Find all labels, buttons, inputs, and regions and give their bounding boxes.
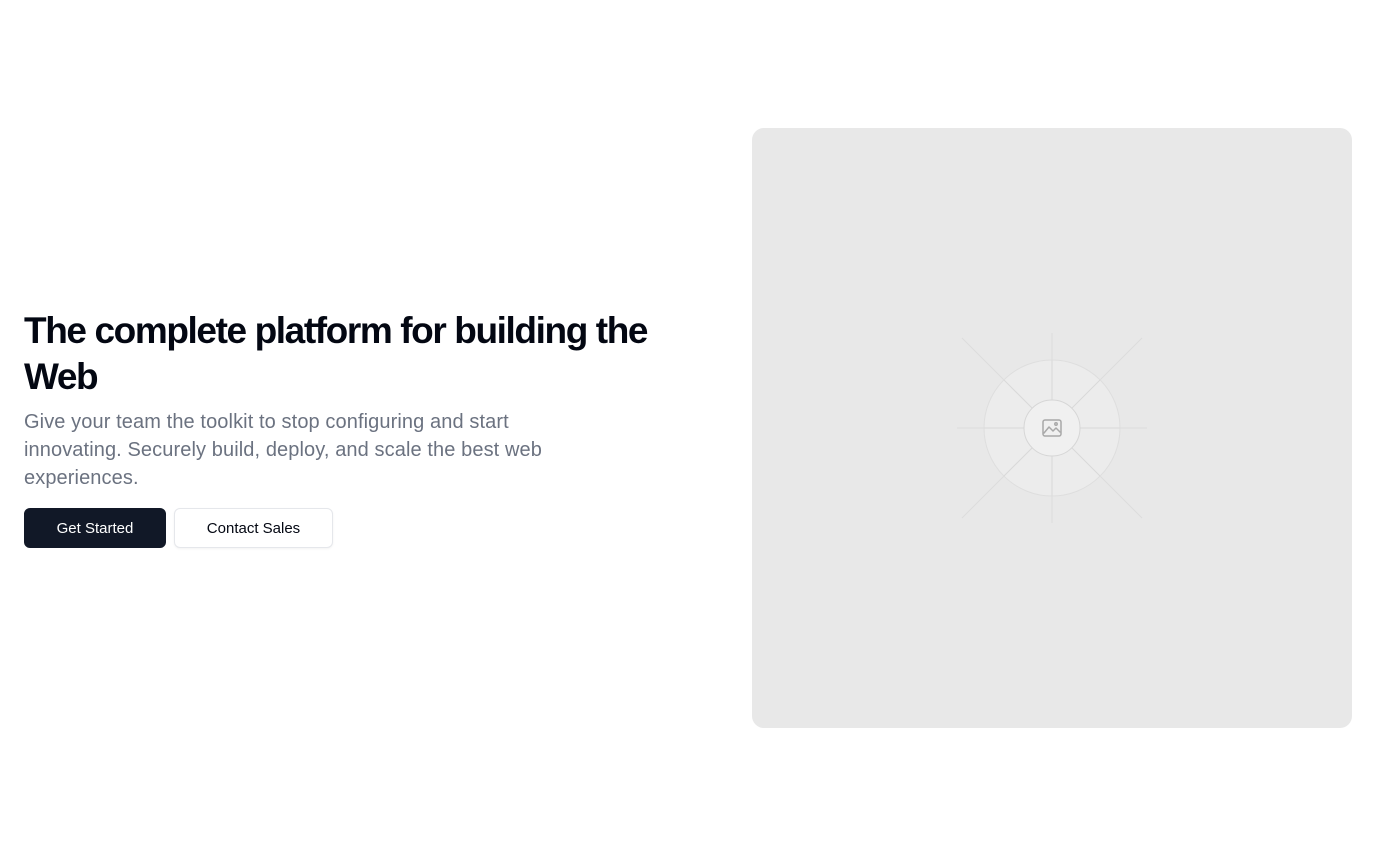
hero-title: The complete platform for building the W… xyxy=(24,310,648,397)
hero-copy: The complete platform for building the W… xyxy=(24,308,664,548)
hero-actions: Get Started Contact Sales xyxy=(24,508,664,548)
hero-image-placeholder xyxy=(752,128,1352,728)
contact-sales-button[interactable]: Contact Sales xyxy=(174,508,333,548)
hero-subtitle: Give your team the toolkit to stop confi… xyxy=(24,411,542,489)
hero-section: The complete platform for building the W… xyxy=(0,0,1376,856)
get-started-button[interactable]: Get Started xyxy=(24,508,166,548)
image-placeholder-graphic xyxy=(957,333,1147,523)
